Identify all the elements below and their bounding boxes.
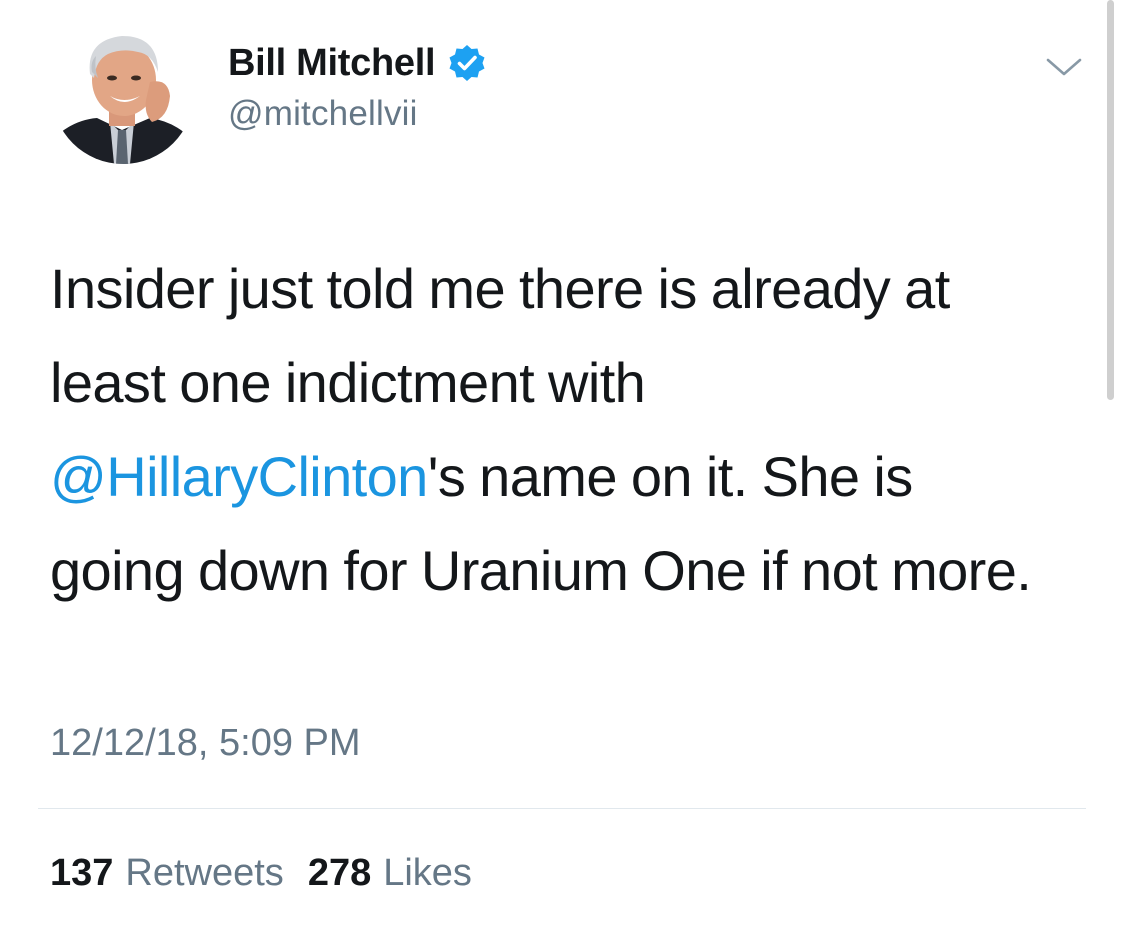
avatar[interactable] [52, 22, 194, 164]
likes-stat[interactable]: 278 Likes [308, 852, 472, 895]
retweets-label: Retweets [125, 852, 284, 894]
divider [38, 808, 1086, 809]
mention-link[interactable]: @HillaryClinton [50, 445, 428, 508]
tweet-timestamp[interactable]: 12/12/18, 5:09 PM [50, 722, 361, 765]
tweet-text: Insider just told me there is already at… [50, 242, 1060, 618]
tweet-text-part: Insider just told me there is already at… [50, 257, 950, 414]
retweets-stat[interactable]: 137 Retweets [50, 852, 284, 895]
scrollbar[interactable] [1107, 0, 1114, 400]
chevron-down-icon[interactable] [1044, 54, 1084, 82]
display-name[interactable]: Bill Mitchell [228, 42, 436, 85]
retweets-count: 137 [50, 852, 114, 894]
avatar-photo [52, 22, 194, 164]
likes-count: 278 [307, 852, 372, 894]
tweet-card: Bill Mitchell @mitchellvii Insider just … [0, 0, 1125, 937]
likes-label: Likes [383, 852, 472, 894]
author-handle[interactable]: @mitchellvii [228, 94, 418, 134]
tweet-stats: 137 Retweets 278 Likes [50, 852, 496, 895]
author-name-row[interactable]: Bill Mitchell [228, 38, 487, 88]
verified-badge-icon [447, 43, 487, 83]
